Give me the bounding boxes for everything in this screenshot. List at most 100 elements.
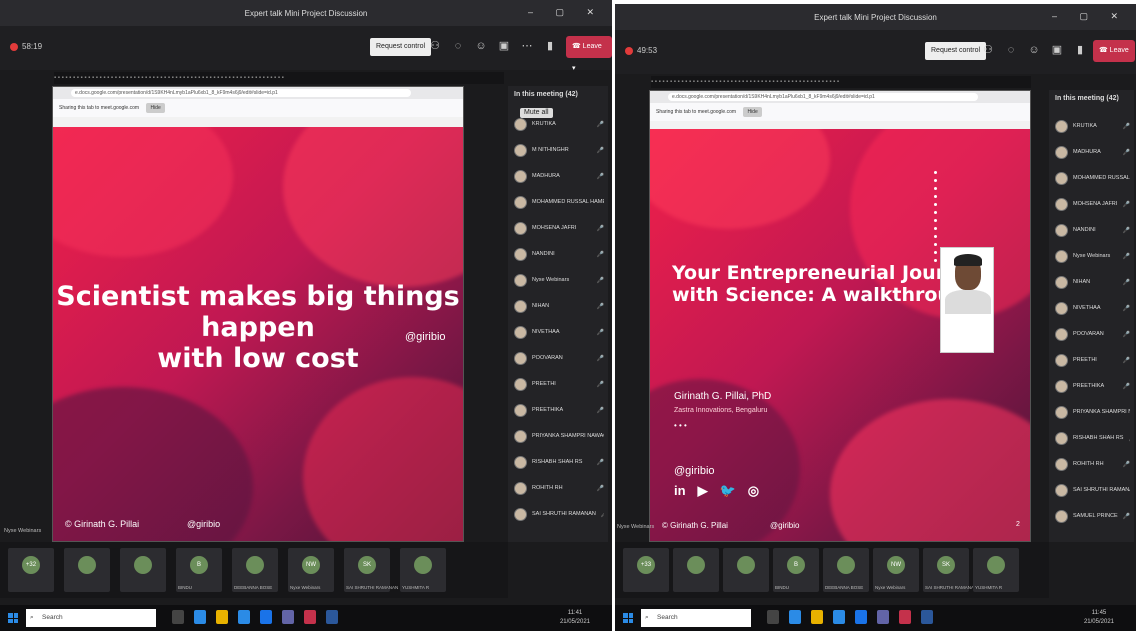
request-control-button[interactable]: Request control: [370, 38, 432, 56]
url-field[interactable]: e.docs.google.com/presentation/d/1S9KH4n…: [668, 93, 978, 101]
participant-row[interactable]: NANDINI 🎤: [514, 244, 604, 264]
video-tile[interactable]: NW Nyxe Webinars: [873, 548, 919, 592]
video-tile[interactable]: B BINDU: [773, 548, 819, 592]
presenter-dots: • • •: [674, 421, 687, 430]
participant-row[interactable]: PREETHI 🎤: [514, 374, 604, 394]
taskview-icon[interactable]: [767, 610, 779, 624]
participant-row[interactable]: MOHAMMED RUSSAL HAME...🎤: [514, 192, 604, 212]
chat-icon[interactable]: ◌: [451, 36, 465, 56]
explorer-icon[interactable]: [811, 610, 823, 624]
chat-icon[interactable]: ◌: [1004, 40, 1018, 60]
participant-row[interactable]: NIVETHAA 🎤: [514, 322, 604, 342]
word-icon[interactable]: [921, 610, 933, 624]
avatar: [1055, 405, 1068, 419]
window-controls[interactable]: – ▢ ✕: [528, 7, 604, 18]
participant-row[interactable]: ROHITH RH 🎤: [1055, 454, 1130, 474]
participant-row[interactable]: KRUTIKA 🎤: [1055, 116, 1130, 136]
tile-name: BINDU: [775, 585, 790, 590]
video-tile[interactable]: YUSHMITA R: [400, 548, 446, 592]
participant-row[interactable]: NANDINI 🎤: [1055, 220, 1130, 240]
participant-row[interactable]: MADHURA 🎤: [514, 166, 604, 186]
video-tile[interactable]: [673, 548, 719, 592]
edge-icon[interactable]: [194, 610, 206, 624]
participant-row[interactable]: M NITHINGHR 🎤: [514, 140, 604, 160]
url-field[interactable]: e.docs.google.com/presentation/d/1S9KH4n…: [71, 89, 411, 97]
teams-icon[interactable]: [877, 610, 889, 624]
video-tile[interactable]: DEEBANNA BOSE: [823, 548, 869, 592]
people-icon[interactable]: ⚇: [428, 36, 442, 56]
camera-icon[interactable]: ▮: [1073, 40, 1087, 60]
acrobat-icon[interactable]: [304, 610, 316, 624]
windows-start-icon[interactable]: [8, 613, 18, 623]
store-icon[interactable]: [238, 610, 250, 624]
leave-button[interactable]: ☎ Leave: [1093, 40, 1135, 62]
hide-button[interactable]: Hide: [743, 107, 762, 117]
search-placeholder: Search: [42, 614, 63, 621]
tile-name: BINDU: [178, 585, 193, 590]
taskbar-search[interactable]: ⌕ Search: [641, 609, 751, 627]
hide-button[interactable]: Hide: [146, 103, 165, 113]
window-controls[interactable]: – ▢ ✕: [1052, 11, 1128, 22]
rooms-icon[interactable]: ▣: [1050, 40, 1064, 60]
windows-start-icon[interactable]: [623, 613, 633, 623]
request-control-button[interactable]: Request control: [925, 42, 987, 60]
avatar: [514, 403, 527, 417]
participant-row[interactable]: RISHABH SHAH RS 🎤: [1055, 428, 1130, 448]
acrobat-icon[interactable]: [899, 610, 911, 624]
participant-row[interactable]: Nyxe Webinars 🎤: [1055, 246, 1130, 266]
video-tile[interactable]: NW Nyxe Webinars: [288, 548, 334, 592]
mic-muted-icon: 🎤: [1128, 435, 1130, 442]
participant-row[interactable]: PREETHIKA 🎤: [1055, 376, 1130, 396]
participant-row[interactable]: NIHAN 🎤: [1055, 272, 1130, 292]
taskview-icon[interactable]: [172, 610, 184, 624]
participant-row[interactable]: SAI SHRUTHI RAMANAN🎤: [1055, 480, 1130, 500]
panel-count: (42): [1106, 95, 1119, 102]
chrome-icon[interactable]: [855, 610, 867, 624]
participant-row[interactable]: SAI SHRUTHI RAMANAN🎤: [514, 504, 604, 524]
video-tile[interactable]: YUSHMITA R: [973, 548, 1019, 592]
participant-row[interactable]: ROHITH RH 🎤: [514, 478, 604, 498]
explorer-icon[interactable]: [216, 610, 228, 624]
participant-row[interactable]: POOVARAN 🎤: [1055, 324, 1130, 344]
video-tile[interactable]: DEEBANNA BOSE: [232, 548, 278, 592]
participant-row[interactable]: MOHAMMED RUSSAL HAME...🎤: [1055, 168, 1130, 188]
participant-row[interactable]: NIVETHAA 🎤: [1055, 298, 1130, 318]
video-tile[interactable]: [64, 548, 110, 592]
participant-row[interactable]: NIHAN 🎤: [514, 296, 604, 316]
store-icon[interactable]: [833, 610, 845, 624]
participant-row[interactable]: RISHABH SHAH RS 🎤: [514, 452, 604, 472]
video-tile[interactable]: SK SAI SHRUTHI RAMANAN: [344, 548, 398, 592]
video-tile[interactable]: +33: [623, 548, 669, 592]
taskbar-search[interactable]: ⌕ Search: [26, 609, 156, 627]
camera-icon[interactable]: ▮: [543, 36, 557, 56]
video-tile[interactable]: +32: [8, 548, 54, 592]
participant-row[interactable]: Nyxe Webinars 🎤: [514, 270, 604, 290]
participant-row[interactable]: PRIYANKA SHAMPRI NAWAG...🎤: [1055, 402, 1130, 422]
more-icon[interactable]: ⋯: [520, 36, 534, 56]
participant-row[interactable]: POOVARAN 🎤: [514, 348, 604, 368]
rooms-icon[interactable]: ▣: [497, 36, 511, 56]
edge-icon[interactable]: [789, 610, 801, 624]
reactions-icon[interactable]: ☺: [1027, 40, 1041, 60]
word-icon[interactable]: [326, 610, 338, 624]
mic-muted-icon: 🎤: [1122, 279, 1130, 286]
participant-row[interactable]: PREETHI 🎤: [1055, 350, 1130, 370]
participant-row[interactable]: MOHSENA JAFRI 🎤: [1055, 194, 1130, 214]
video-tile[interactable]: [120, 548, 166, 592]
windows-taskbar: ⌕ Search 11:41 21/05/2021: [0, 605, 612, 631]
participant-row[interactable]: PRIYANKA SHAMPRI NAWAG...🎤: [514, 426, 604, 446]
leave-button[interactable]: ☎ Leave ▾: [566, 36, 612, 72]
participant-row[interactable]: SAMUEL PRINCE 🎤: [1055, 506, 1130, 526]
chrome-icon[interactable]: [260, 610, 272, 624]
participant-row[interactable]: MADHURA 🎤: [1055, 142, 1130, 162]
participant-row[interactable]: PREETHIKA 🎤: [514, 400, 604, 420]
video-tile[interactable]: [723, 548, 769, 592]
reactions-icon[interactable]: ☺: [474, 36, 488, 56]
people-icon[interactable]: ⚇: [981, 40, 995, 60]
participant-row[interactable]: MOHSENA JAFRI 🎤: [514, 218, 604, 238]
video-tile[interactable]: SK SAI SHRUTHI RAMANAN: [923, 548, 977, 592]
teams-icon[interactable]: [282, 610, 294, 624]
video-tile[interactable]: B BINDU: [176, 548, 222, 592]
participant-row[interactable]: KRUTIKA 🎤: [514, 114, 604, 134]
slide-title-line2: with low cost: [157, 343, 359, 375]
